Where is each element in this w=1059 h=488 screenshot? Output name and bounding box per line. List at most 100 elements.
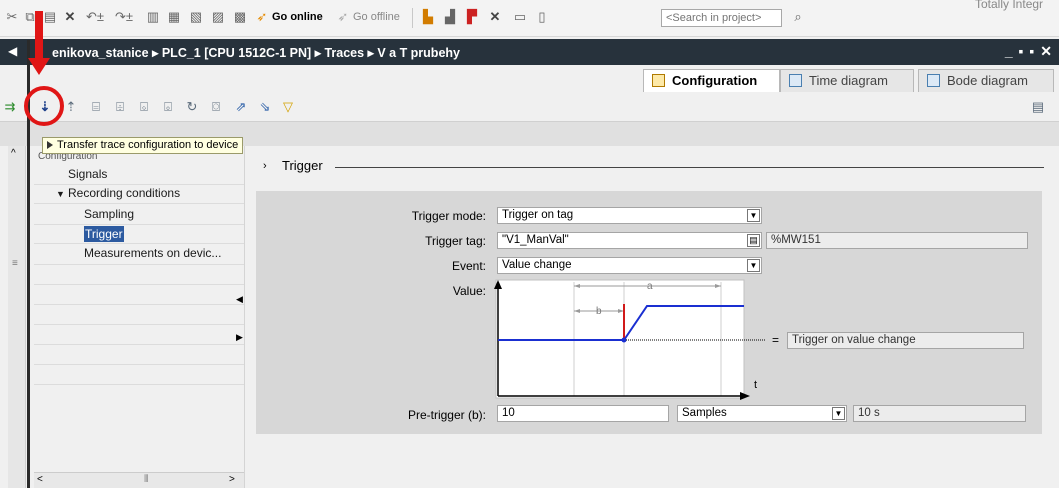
event-select[interactable]: Value change ▼ [497,257,762,274]
nav-item-measurements[interactable]: Measurements on devic... [84,245,221,261]
splitter-left-arrow-icon[interactable]: ◀ [236,294,243,305]
paste-icon[interactable]: ▤ [42,9,58,25]
activate-recording-icon[interactable]: ⌸ [88,99,104,115]
cut-icon[interactable]: ✂ [4,9,20,25]
divider [34,364,244,365]
trigger-tag-value: "V1_ManVal" [502,234,569,246]
go-offline-icon: ➶ [337,9,349,24]
split-horizontal-icon[interactable]: ▭ [512,9,528,25]
breadcrumb-separator-icon: ▸ [367,46,374,60]
import-icon[interactable]: ⇘ [257,99,273,115]
splitter-right-arrow-icon[interactable]: ▶ [236,332,243,343]
filter-icon[interactable]: ▽ [280,99,296,115]
nav-item-trigger[interactable]: Trigger [84,226,124,242]
configuration-icon [652,74,665,87]
tag-browse-icon[interactable]: ▤ [747,234,760,247]
pretrigger-input[interactable]: 10 [497,405,669,422]
tab-label: Bode diagram [947,73,1028,88]
split-vertical-icon[interactable]: ▯ [534,9,550,25]
divider [34,304,244,305]
scroll-left-icon[interactable]: < [37,474,43,485]
breadcrumb-item[interactable]: V a T prubehy [377,46,460,60]
trigger-condition-value: Trigger on value change [792,334,916,346]
simulation-icon[interactable]: ▩ [232,9,248,25]
breadcrumb: ◀ enikova_stanice ▸ PLC_1 [CPU 1512C-1 P… [0,39,1059,65]
cross-reference-icon[interactable]: ▟ [442,9,458,25]
time-axis-label: t [754,379,757,391]
trigger-tag-input[interactable]: "V1_ManVal" ▤ [497,232,762,249]
install-trace-icon[interactable]: ⇉ [2,99,18,115]
deactivate-recording-icon[interactable]: ⌹ [112,99,128,115]
trace-settings-icon[interactable]: ⌼ [208,99,224,115]
undo-icon[interactable]: ↶± [83,9,107,25]
delete-trace-icon[interactable]: ⌺ [136,99,152,115]
trace-toolbar: ⇉ ⇣ ⇡ ⌸ ⌹ ⌺ ⌻ ↻ ⌼ ⇗ ⇘ ▽ ▤ [0,92,1059,122]
time-diagram-icon [789,74,802,87]
main-toolbar: ✂ ⧉ ▤ ✕ ↶± ↷± ▥ ▦ ▧ ▨ ▩ ➶ Go online ➶ Go… [0,0,1059,37]
search-input[interactable] [661,9,782,27]
split-editor-icon[interactable]: ▥ [145,9,161,25]
trigger-point [621,337,627,343]
nav-item-sampling[interactable]: Sampling [84,206,134,222]
close-online-icon[interactable]: ✕ [487,9,503,25]
download-icon[interactable]: ▧ [188,9,204,25]
nav-item-recording-conditions[interactable]: Recording conditions [68,185,180,201]
toolbar-separator [412,8,413,28]
span-a-label: a [647,281,653,292]
trigger-mode-value: Trigger on tag [502,209,574,221]
value-label: Value: [452,284,486,298]
go-online-button[interactable]: Go online [272,10,323,24]
delete-icon[interactable]: ✕ [62,9,78,25]
accessible-devices-icon[interactable]: ▙ [420,9,436,25]
tab-time-diagram[interactable]: Time diagram [780,69,914,92]
tab-label: Time diagram [809,73,888,88]
collapse-icon[interactable]: ^ [11,148,16,159]
divider [34,203,244,204]
pretrigger-unit-select[interactable]: Samples ▼ [677,405,847,422]
horizontal-scrollbar[interactable]: < ⦀ > [34,472,244,488]
upload-trace-icon[interactable]: ⇡ [63,99,79,115]
editor-tabs: Configuration Time diagram Bode diagram [0,65,1059,92]
redo-icon[interactable]: ↷± [112,9,136,25]
search-icon[interactable]: ⌕ [790,9,806,25]
breadcrumb-item[interactable]: PLC_1 [CPU 1512C-1 PN] [162,46,311,60]
vertical-scrollbar[interactable]: ^ ≡ [8,146,26,488]
section-divider [335,167,1044,168]
scroll-grip-icon[interactable]: ≡ [12,258,18,269]
expand-arrow-icon[interactable]: ▼ [56,186,65,202]
breadcrumb-item[interactable]: Traces [324,46,364,60]
condition-equals: = [772,333,779,347]
tab-configuration[interactable]: Configuration [643,69,780,92]
compile-icon[interactable]: ▦ [166,9,182,25]
back-arrow-icon[interactable]: ◀ [8,44,17,58]
scroll-grip-icon[interactable]: ⦀ [144,474,148,485]
trigger-section-title: Trigger [282,158,323,173]
pretrigger-value: 10 [502,407,515,419]
go-online-icon[interactable]: ➶ [254,9,270,25]
bode-diagram-icon [927,74,940,87]
chevron-down-icon[interactable]: ▼ [747,209,760,222]
trigger-tag-address: %MW151 [766,232,1028,249]
product-title: Totally Integr [975,0,1044,11]
go-offline-button[interactable]: Go offline [353,10,400,24]
stop-cpu-icon[interactable]: ▛ [464,9,480,25]
chevron-down-icon[interactable]: ▼ [832,407,845,420]
repeat-icon[interactable]: ↻ [184,99,200,115]
monitor-icon[interactable]: ⌻ [160,99,176,115]
divider [34,384,244,385]
export-icon[interactable]: ⇗ [233,99,249,115]
breadcrumb-item[interactable]: enikova_stanice [52,46,149,60]
section-chevron-icon[interactable]: › [263,160,267,172]
trigger-mode-select[interactable]: Trigger on tag ▼ [497,207,762,224]
nav-item-signals[interactable]: Signals [68,166,107,182]
tab-bode-diagram[interactable]: Bode diagram [918,69,1054,92]
upload-icon[interactable]: ▨ [210,9,226,25]
scroll-right-icon[interactable]: > [229,474,235,485]
divider [34,284,244,285]
time-axis-arrow [740,392,750,400]
panel-toggle-icon[interactable]: ▤ [1030,99,1046,115]
divider [34,243,244,244]
tooltip: Transfer trace configuration to device [42,137,244,154]
chevron-down-icon[interactable]: ▼ [747,259,760,272]
window-controls[interactable]: _ ▪ ▪ ✕ [1005,43,1053,60]
